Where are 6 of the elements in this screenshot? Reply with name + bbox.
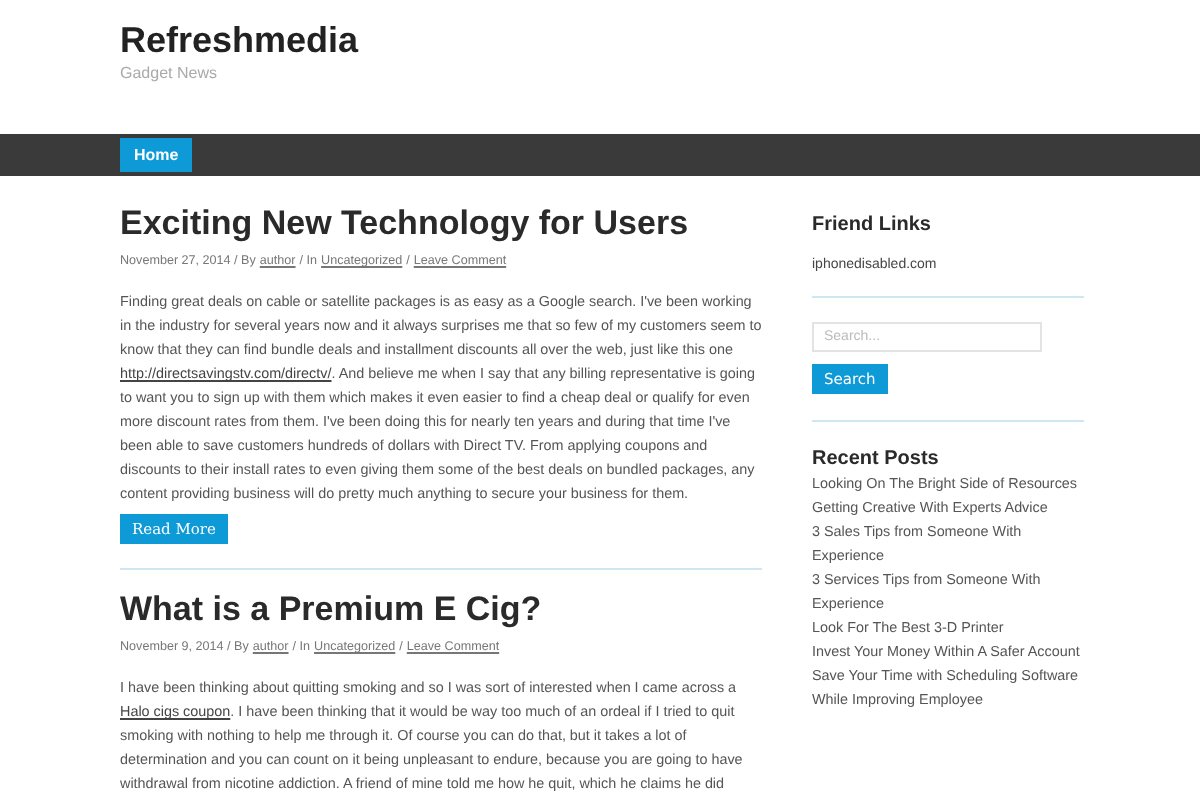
site-tagline: Gadget News — [120, 64, 217, 84]
site-title[interactable]: Refreshmedia — [120, 18, 359, 62]
widget-title: Friend Links — [812, 212, 931, 238]
post-title[interactable]: Exciting New Technology for Users — [120, 204, 762, 244]
widget-title: Recent Posts — [812, 446, 939, 472]
post-title[interactable]: What is a Premium E Cig? — [120, 590, 762, 630]
